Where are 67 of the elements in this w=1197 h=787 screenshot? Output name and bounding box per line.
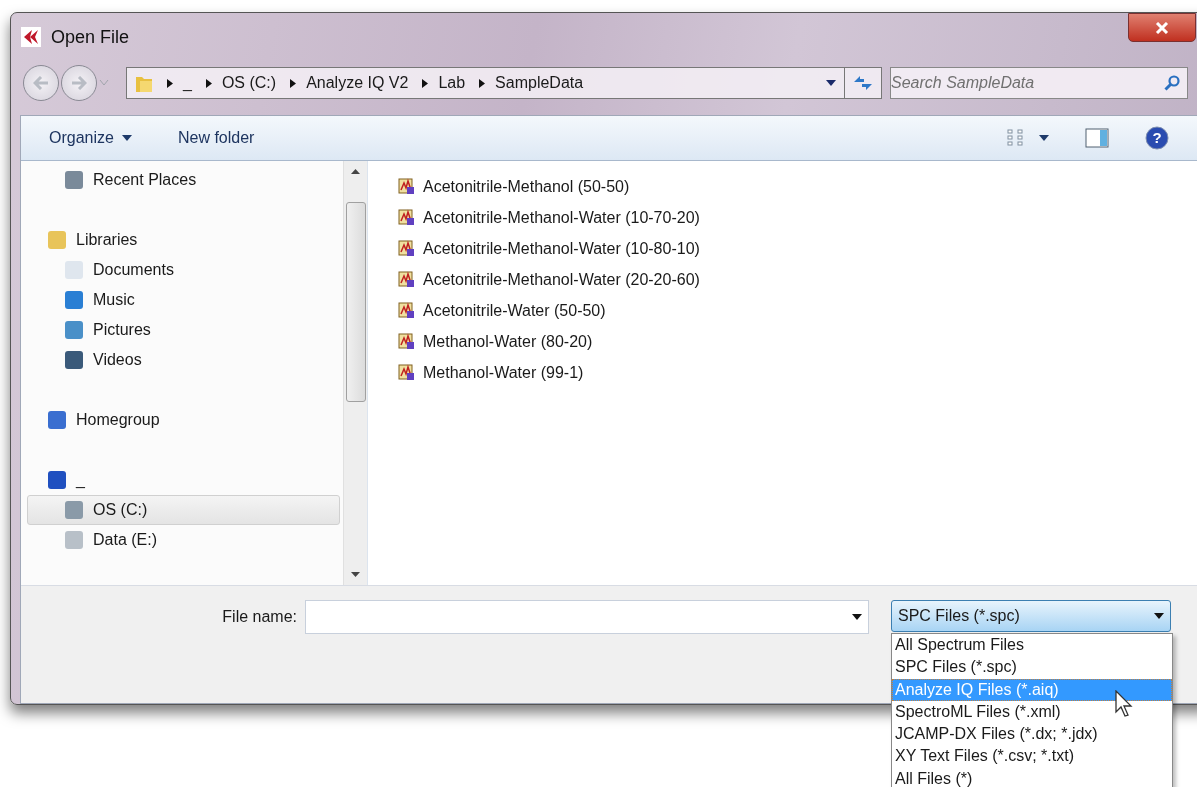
- breadcrumb-arrow-icon[interactable]: [290, 78, 297, 88]
- file-type-option[interactable]: XY Text Files (*.csv; *.txt): [892, 745, 1172, 768]
- breadcrumb-arrow-icon[interactable]: [205, 78, 212, 88]
- file-type-option[interactable]: JCAMP-DX Files (*.dx; *.jdx): [892, 723, 1172, 746]
- search-field[interactable]: Search SampleData: [890, 67, 1188, 99]
- scrollbar[interactable]: [343, 161, 367, 585]
- scrollbar-thumb[interactable]: [345, 202, 366, 402]
- sidebar-item[interactable]: Data (E:): [27, 525, 340, 555]
- spectrum-file-icon: [398, 333, 415, 350]
- refresh-button[interactable]: [844, 67, 882, 99]
- breadcrumb-item[interactable]: OS (C:): [221, 74, 277, 92]
- file-name-field[interactable]: [305, 600, 869, 634]
- file-item[interactable]: Acetonitrile-Methanol-Water (20-20-60): [398, 264, 1197, 295]
- spectrum-file-icon: [398, 364, 415, 381]
- scroll-down-icon[interactable]: [351, 572, 360, 577]
- breadcrumb-arrow-icon[interactable]: [479, 78, 486, 88]
- file-item[interactable]: Acetonitrile-Water (50-50): [398, 295, 1197, 326]
- file-type-option[interactable]: SpectroML Files (*.xml): [892, 700, 1172, 724]
- file-item[interactable]: Methanol-Water (80-20): [398, 326, 1197, 357]
- breadcrumb-item[interactable]: SampleData: [495, 74, 584, 92]
- file-item[interactable]: Acetonitrile-Methanol (50-50): [398, 171, 1197, 202]
- app-logo-icon: [21, 27, 41, 47]
- file-type-dropdown[interactable]: SPC Files (*.spc): [891, 600, 1171, 632]
- caret-icon[interactable]: [826, 80, 836, 86]
- close-button[interactable]: [1128, 13, 1196, 42]
- caret-icon[interactable]: [852, 614, 862, 620]
- file-type-option[interactable]: SPC Files (*.spc): [892, 656, 1172, 679]
- sidebar-item[interactable]: Homegroup: [27, 405, 340, 435]
- sidebar-item[interactable]: OS (C:): [27, 495, 340, 525]
- breadcrumb-arrow-icon[interactable]: [422, 78, 429, 88]
- back-arrow-icon: [33, 76, 49, 90]
- sidebar-item[interactable]: Recent Places: [27, 165, 340, 195]
- breadcrumb-item[interactable]: Analyze IQ V2: [306, 74, 409, 92]
- scroll-up-icon[interactable]: [351, 169, 360, 174]
- close-icon: [1155, 21, 1169, 34]
- sidebar-item[interactable]: Videos: [27, 345, 340, 375]
- refresh-arrows-icon: [852, 74, 874, 92]
- breadcrumb-arrow-icon[interactable]: [167, 78, 173, 88]
- new-folder-button[interactable]: New folder: [177, 129, 255, 147]
- file-name-label: File name:: [221, 608, 297, 626]
- spectrum-file-icon: [398, 240, 415, 257]
- caret-icon: [1154, 613, 1164, 619]
- search-icon: [1164, 75, 1180, 91]
- mouse-pointer-icon: [1115, 690, 1135, 718]
- spectrum-file-icon: [398, 178, 415, 195]
- sidebar-item[interactable]: Documents: [27, 255, 340, 285]
- spectrum-file-icon: [398, 302, 415, 319]
- caret-icon[interactable]: [1039, 135, 1049, 141]
- help-icon[interactable]: ?: [1145, 126, 1169, 150]
- window-title: Open File: [51, 26, 130, 48]
- file-type-option[interactable]: All Files (*): [892, 767, 1172, 787]
- address-bar[interactable]: _ OS (C:) Analyze IQ V2 Lab SampleData: [126, 67, 844, 99]
- breadcrumb-item[interactable]: Lab: [438, 74, 466, 92]
- file-type-option[interactable]: All Spectrum Files: [892, 634, 1172, 657]
- spectrum-file-icon: [398, 271, 415, 288]
- caret-icon: [121, 135, 132, 141]
- file-item[interactable]: Acetonitrile-Methanol-Water (10-80-10): [398, 233, 1197, 264]
- sidebar-item[interactable]: Music: [27, 285, 340, 315]
- sidebar-item[interactable]: _: [27, 465, 340, 495]
- sidebar-item[interactable]: Libraries: [27, 225, 340, 255]
- organize-button[interactable]: Organize: [49, 129, 132, 147]
- file-item[interactable]: Methanol-Water (99-1): [398, 357, 1197, 388]
- breadcrumb-item[interactable]: _: [183, 74, 192, 92]
- file-item[interactable]: Acetonitrile-Methanol-Water (10-70-20): [398, 202, 1197, 233]
- spectrum-file-icon: [398, 209, 415, 226]
- forward-arrow-icon: [71, 76, 87, 90]
- sidebar-item[interactable]: Pictures: [27, 315, 340, 345]
